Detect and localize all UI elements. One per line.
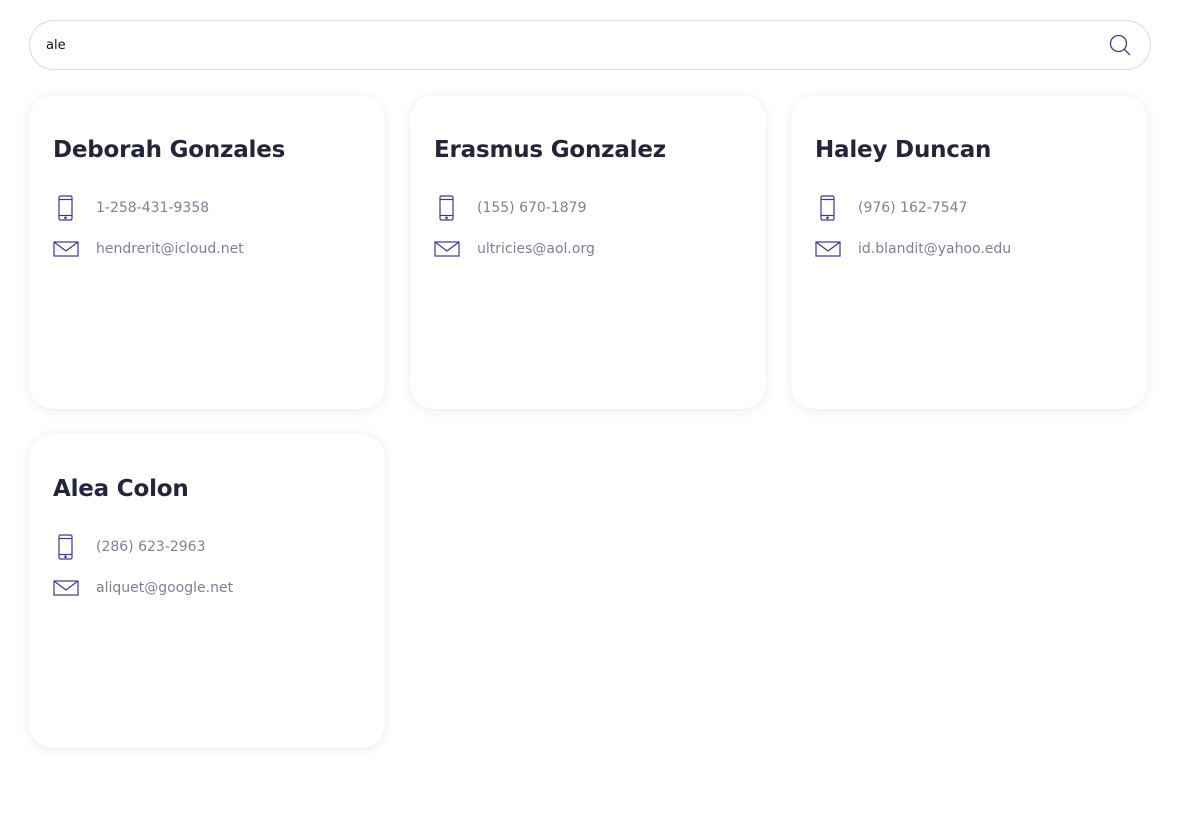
contact-phone: 1-258-431-9358 bbox=[96, 200, 210, 216]
contact-email: hendrerit@icloud.net bbox=[96, 241, 244, 257]
contact-name: Haley Duncan bbox=[815, 137, 992, 163]
contact-phone-row: (286) 623-2963 bbox=[53, 534, 373, 560]
envelope-icon bbox=[53, 241, 79, 257]
contact-email-row: hendrerit@icloud.net bbox=[53, 236, 373, 262]
search-icon[interactable] bbox=[1108, 33, 1132, 57]
contact-card[interactable]: Alea Colon (286) 623-2963 aliquet@google… bbox=[29, 434, 385, 748]
contact-phone: (976) 162-7547 bbox=[858, 200, 968, 216]
contact-name: Alea Colon bbox=[53, 476, 189, 502]
search-bar bbox=[29, 20, 1151, 70]
contact-email: aliquet@google.net bbox=[96, 580, 234, 596]
phone-icon bbox=[58, 195, 73, 221]
contact-phone-row: 1-258-431-9358 bbox=[53, 195, 373, 221]
contact-email-row: ultricies@aol.org bbox=[434, 236, 754, 262]
phone-icon bbox=[820, 195, 835, 221]
envelope-icon bbox=[53, 580, 79, 596]
search-input[interactable] bbox=[46, 21, 1086, 69]
contact-name: Erasmus Gonzalez bbox=[434, 137, 666, 163]
contact-email: ultricies@aol.org bbox=[477, 241, 595, 257]
contact-phone-row: (976) 162-7547 bbox=[815, 195, 1135, 221]
contact-phone: (155) 670-1879 bbox=[477, 200, 587, 216]
contact-card[interactable]: Deborah Gonzales 1-258-431-9358 hendreri… bbox=[29, 95, 385, 409]
contact-email-row: aliquet@google.net bbox=[53, 575, 373, 601]
contact-phone-row: (155) 670-1879 bbox=[434, 195, 754, 221]
contact-phone: (286) 623-2963 bbox=[96, 539, 206, 555]
phone-icon bbox=[439, 195, 454, 221]
contact-name: Deborah Gonzales bbox=[53, 137, 286, 163]
contact-card[interactable]: Erasmus Gonzalez (155) 670-1879 ultricie… bbox=[410, 95, 766, 409]
contact-card[interactable]: Haley Duncan (976) 162-7547 id.blandit@y… bbox=[791, 95, 1147, 409]
envelope-icon bbox=[815, 241, 841, 257]
contact-email: id.blandit@yahoo.edu bbox=[858, 241, 1012, 257]
phone-icon bbox=[58, 534, 73, 560]
envelope-icon bbox=[434, 241, 460, 257]
contact-email-row: id.blandit@yahoo.edu bbox=[815, 236, 1135, 262]
